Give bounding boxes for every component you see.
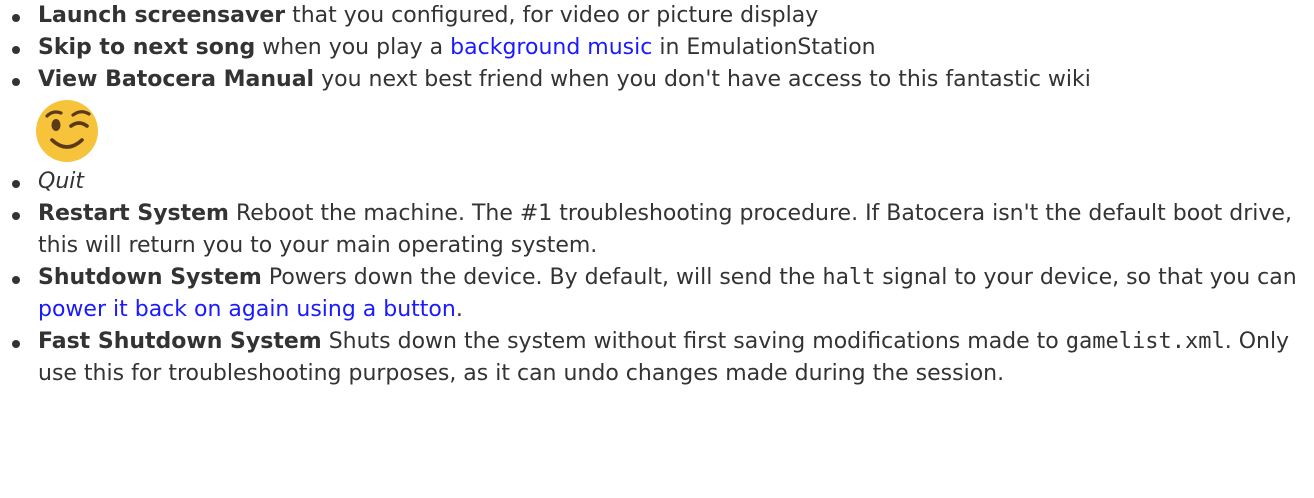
list-item-skip-song: Skip to next song when you play a backgr… bbox=[8, 32, 1314, 64]
background-music-link[interactable]: background music bbox=[450, 35, 652, 60]
item-text: when you play a bbox=[255, 35, 451, 60]
list-item-fast-shutdown-system: Fast Shutdown System Shuts down the syst… bbox=[8, 326, 1314, 390]
halt-code: halt bbox=[822, 265, 876, 290]
list-item-quit: Quit bbox=[8, 166, 1314, 198]
item-text: you next best friend when you don't have… bbox=[314, 67, 1091, 92]
gamelist-code: gamelist.xml bbox=[1065, 329, 1225, 354]
power-button-link[interactable]: power it back on again using a button bbox=[38, 297, 456, 322]
emoji-container bbox=[36, 98, 1314, 164]
item-text: Shuts down the system without first savi… bbox=[321, 329, 1066, 354]
list-item-view-manual: View Batocera Manual you next best frien… bbox=[8, 64, 1314, 164]
item-text: Powers down the device. By default, will… bbox=[261, 265, 823, 290]
item-title: Fast Shutdown System bbox=[38, 329, 322, 354]
list-item-launch-screensaver: Launch screensaver that you configured, … bbox=[8, 0, 1314, 32]
item-text: Quit bbox=[38, 169, 84, 194]
item-title: Skip to next song bbox=[38, 35, 256, 60]
document-page: Launch screensaver that you configured, … bbox=[0, 0, 1314, 498]
item-title: Launch screensaver bbox=[38, 3, 286, 28]
item-text: that you configured, for video or pictur… bbox=[285, 3, 819, 28]
item-text: signal to your device, so that you can bbox=[875, 265, 1297, 290]
item-text: . bbox=[455, 297, 463, 322]
item-title: View Batocera Manual bbox=[38, 67, 315, 92]
item-title: Shutdown System bbox=[38, 265, 262, 290]
menu-options-list: Launch screensaver that you configured, … bbox=[0, 0, 1314, 390]
list-item-restart-system: Restart System Reboot the machine. The #… bbox=[8, 198, 1314, 262]
winking-face-icon bbox=[36, 100, 98, 162]
list-item-shutdown-system: Shutdown System Powers down the device. … bbox=[8, 262, 1314, 326]
item-title: Restart System bbox=[38, 201, 229, 226]
item-text: in EmulationStation bbox=[652, 35, 876, 60]
